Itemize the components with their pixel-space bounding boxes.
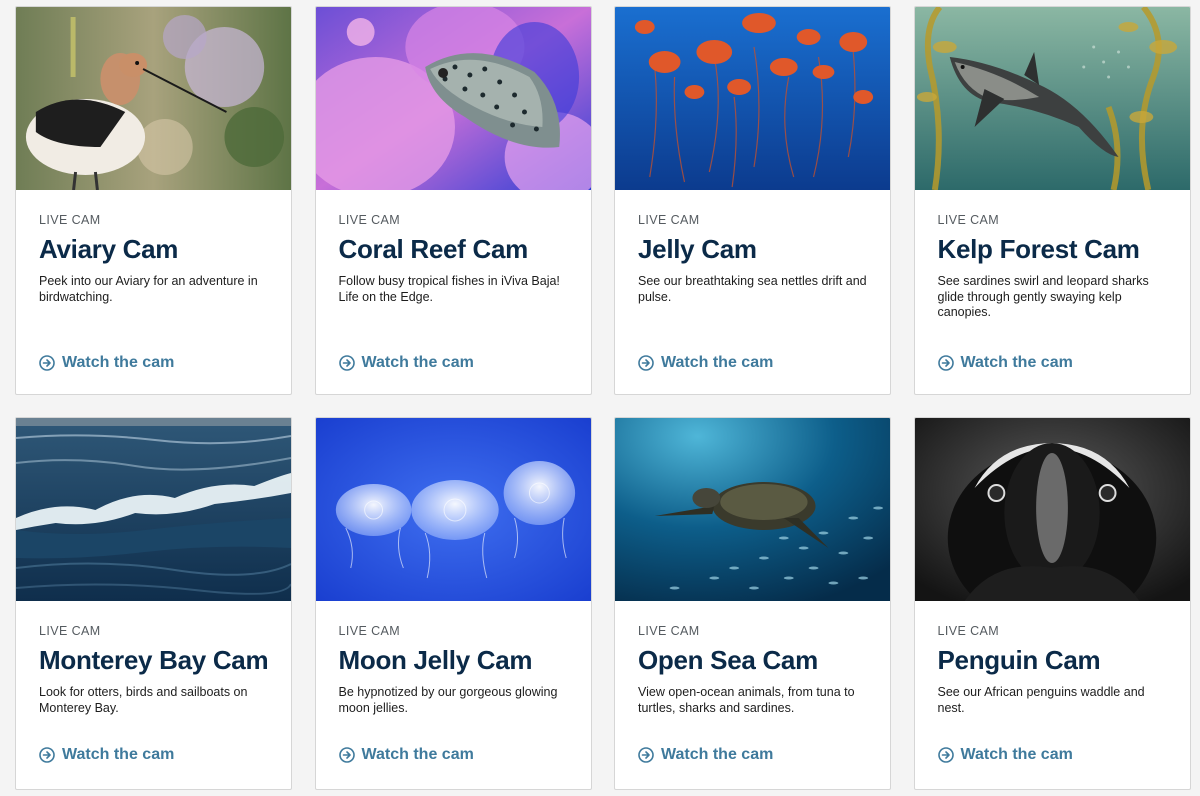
kelp-forest-cam-image[interactable] — [914, 7, 1190, 190]
watch-the-cam-link[interactable]: Watch the cam — [338, 746, 474, 764]
watch-the-cam-label: Watch the cam — [661, 354, 774, 371]
card-title[interactable]: Moon Jelly Cam — [339, 644, 575, 676]
card-body: LIVE CAM Jelly Cam See our breathtaking … — [638, 213, 874, 305]
card-kicker: LIVE CAM — [39, 213, 101, 227]
aviary-cam-image[interactable] — [16, 7, 291, 190]
card-description: See our breathtaking sea nettles drift a… — [638, 274, 867, 304]
card-body: LIVE CAM Penguin Cam See our African pen… — [938, 624, 1174, 716]
watch-the-cam-link[interactable]: Watch the cam — [638, 746, 773, 764]
moon-jelly-cam-image[interactable] — [315, 418, 591, 601]
circle-arrow-right-icon — [39, 747, 55, 763]
watch-the-cam-label: Watch the cam — [62, 746, 175, 763]
live-cam-grid: LIVE CAM Aviary Cam Peek into our Aviary… — [15, 6, 1191, 790]
card-body: LIVE CAM Monterey Bay Cam Look for otter… — [39, 624, 275, 716]
watch-the-cam-link[interactable]: Watch the cam — [638, 354, 773, 372]
card-description: See sardines swirl and leopard sharks gl… — [937, 274, 1149, 319]
card-body: LIVE CAM Open Sea Cam View open-ocean an… — [638, 624, 874, 716]
card-description: Follow busy tropical fishes in iViva Baj… — [338, 274, 560, 304]
circle-arrow-right-icon — [937, 747, 954, 763]
jelly-cam-image[interactable] — [615, 7, 890, 190]
card-kicker: LIVE CAM — [937, 624, 1000, 638]
card-description: Be hypnotized by our gorgeous glowing mo… — [338, 685, 558, 715]
card-description: Peek into our Aviary for an adventure in… — [39, 274, 258, 304]
watch-the-cam-link[interactable]: Watch the cam — [937, 354, 1073, 372]
monterey-bay-cam-image[interactable] — [16, 418, 291, 601]
open-sea-cam-image[interactable] — [615, 418, 890, 601]
card-title[interactable]: Aviary Cam — [39, 233, 275, 265]
circle-arrow-right-icon — [338, 355, 355, 371]
cam-card-monterey-bay[interactable]: LIVE CAM Monterey Bay Cam Look for otter… — [15, 417, 292, 790]
cam-card-jelly[interactable]: LIVE CAM Jelly Cam See our breathtaking … — [614, 6, 891, 395]
card-kicker: LIVE CAM — [937, 213, 1000, 227]
card-description: Look for otters, birds and sailboats on … — [39, 685, 248, 715]
card-kicker: LIVE CAM — [638, 624, 700, 638]
watch-the-cam-link[interactable]: Watch the cam — [39, 354, 174, 372]
circle-arrow-right-icon — [638, 355, 654, 371]
card-title[interactable]: Open Sea Cam — [638, 644, 874, 676]
circle-arrow-right-icon — [338, 747, 355, 763]
cam-card-kelp-forest[interactable]: LIVE CAM Kelp Forest Cam See sardines sw… — [913, 6, 1191, 395]
card-title[interactable]: Jelly Cam — [638, 233, 874, 265]
watch-the-cam-label: Watch the cam — [361, 354, 474, 371]
cam-card-aviary[interactable]: LIVE CAM Aviary Cam Peek into our Aviary… — [15, 6, 292, 395]
cam-card-coral-reef[interactable]: LIVE CAM Coral Reef Cam Follow busy trop… — [314, 6, 592, 395]
card-kicker: LIVE CAM — [338, 213, 401, 227]
watch-the-cam-link[interactable]: Watch the cam — [937, 746, 1073, 764]
card-kicker: LIVE CAM — [638, 213, 700, 227]
watch-the-cam-label: Watch the cam — [62, 354, 175, 371]
watch-the-cam-label: Watch the cam — [361, 746, 474, 763]
card-body: LIVE CAM Aviary Cam Peek into our Aviary… — [39, 213, 275, 305]
watch-the-cam-link[interactable]: Watch the cam — [338, 354, 474, 372]
card-title[interactable]: Penguin Cam — [938, 644, 1174, 676]
cam-card-penguin[interactable]: LIVE CAM Penguin Cam See our African pen… — [913, 417, 1191, 790]
watch-the-cam-label: Watch the cam — [661, 746, 774, 763]
penguin-cam-image[interactable] — [914, 418, 1190, 601]
cam-card-open-sea[interactable]: LIVE CAM Open Sea Cam View open-ocean an… — [614, 417, 891, 790]
card-kicker: LIVE CAM — [338, 624, 401, 638]
card-title[interactable]: Monterey Bay Cam — [39, 644, 275, 676]
card-description: See our African penguins waddle and nest… — [937, 685, 1145, 715]
cam-card-moon-jelly[interactable]: LIVE CAM Moon Jelly Cam Be hypnotized by… — [314, 417, 592, 790]
card-body: LIVE CAM Kelp Forest Cam See sardines sw… — [938, 213, 1174, 321]
card-title[interactable]: Coral Reef Cam — [339, 233, 575, 265]
watch-the-cam-label: Watch the cam — [960, 746, 1073, 763]
circle-arrow-right-icon — [937, 355, 954, 371]
card-body: LIVE CAM Moon Jelly Cam Be hypnotized by… — [339, 624, 575, 716]
card-description: View open-ocean animals, from tuna to tu… — [638, 685, 855, 715]
card-kicker: LIVE CAM — [39, 624, 101, 638]
circle-arrow-right-icon — [39, 355, 55, 371]
card-title[interactable]: Kelp Forest Cam — [938, 233, 1174, 265]
card-body: LIVE CAM Coral Reef Cam Follow busy trop… — [339, 213, 575, 305]
watch-the-cam-label: Watch the cam — [960, 354, 1073, 371]
circle-arrow-right-icon — [638, 747, 654, 763]
coral-reef-cam-image[interactable] — [315, 7, 591, 190]
watch-the-cam-link[interactable]: Watch the cam — [39, 746, 174, 764]
